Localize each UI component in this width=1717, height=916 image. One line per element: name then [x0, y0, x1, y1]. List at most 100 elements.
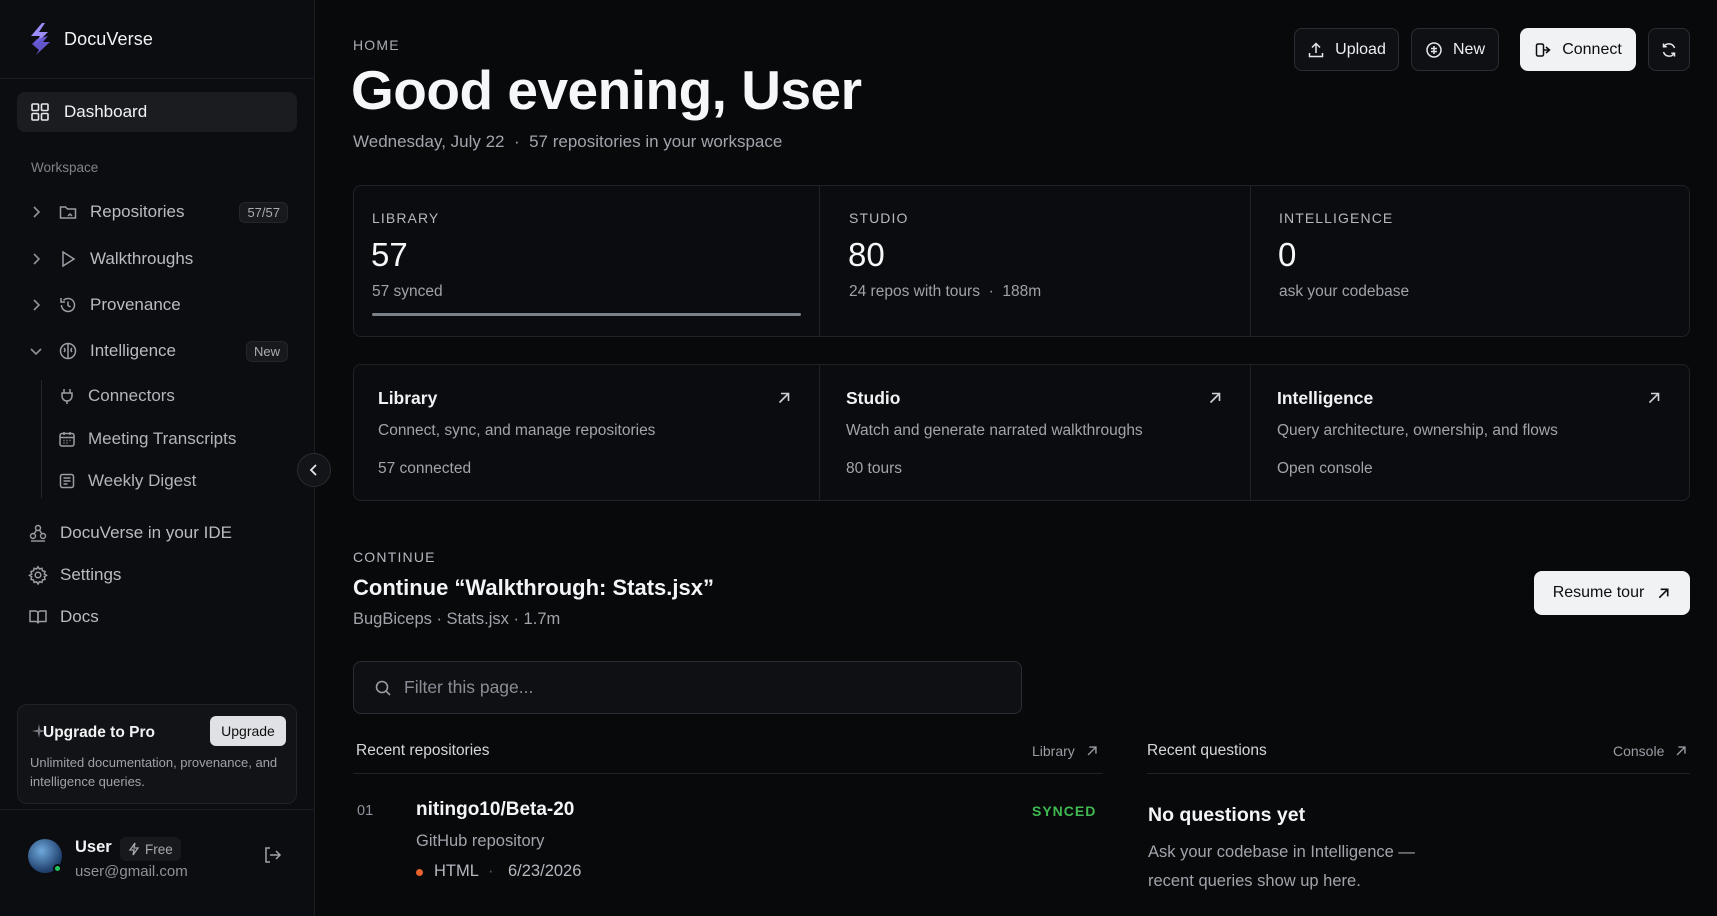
- library-link[interactable]: Library: [1032, 743, 1099, 759]
- card-title: Studio: [846, 388, 901, 408]
- upgrade-description: Unlimited documentation, provenance, and…: [30, 755, 278, 789]
- chevron-left-icon: [307, 463, 321, 477]
- sidebar-item-label: Walkthroughs: [90, 249, 194, 268]
- sidebar-item-label: Connectors: [88, 386, 175, 405]
- online-status-dot: [53, 864, 62, 873]
- bolt-icon: [128, 842, 140, 856]
- app-name: DocuVerse: [64, 28, 153, 49]
- recent-questions-heading: Recent questions: [1147, 742, 1267, 759]
- console-link[interactable]: Console: [1613, 743, 1688, 759]
- resume-label: Resume tour: [1552, 584, 1645, 601]
- chevron-down-icon[interactable]: [28, 343, 44, 359]
- breadcrumb: HOME: [353, 37, 400, 53]
- stats-divider: [819, 185, 820, 337]
- sidebar-item-repositories[interactable]: Repositories 57/57: [28, 196, 288, 228]
- continue-title: Continue “Walkthrough: Stats.jsx”: [353, 575, 714, 600]
- sidebar-item-dashboard[interactable]: Dashboard: [17, 92, 297, 132]
- refresh-button[interactable]: [1648, 28, 1690, 71]
- sidebar-item-connectors[interactable]: Connectors: [58, 381, 175, 411]
- user-name: User: [75, 838, 112, 856]
- stat-library-label: LIBRARY: [372, 210, 440, 226]
- sidebar-item-intelligence[interactable]: Intelligence New: [28, 335, 288, 367]
- repo-count-badge: 57/57: [239, 201, 288, 223]
- page-title: Good evening, User: [351, 59, 862, 121]
- connect-button[interactable]: Connect: [1520, 28, 1636, 71]
- chevron-right-icon[interactable]: [28, 204, 44, 220]
- sidebar-item-label: Repositories: [90, 202, 185, 221]
- grid-icon: [30, 102, 50, 122]
- card-description: Query architecture, ownership, and flows: [1277, 422, 1558, 439]
- sidebar-item-label: Meeting Transcripts: [88, 429, 237, 448]
- user-email: user@gmail.com: [75, 863, 188, 880]
- collapse-sidebar-button[interactable]: [297, 453, 331, 487]
- logout-icon[interactable]: [262, 845, 282, 865]
- sidebar-item-docs[interactable]: Docs: [28, 602, 99, 632]
- status-badge: SYNCED: [1032, 803, 1097, 819]
- library-sync-progress: [372, 313, 801, 316]
- sidebar-item-weekly-digest[interactable]: Weekly Digest: [58, 466, 196, 496]
- plug-icon: [58, 387, 76, 405]
- brand[interactable]: DocuVerse: [28, 22, 153, 56]
- chevron-right-icon[interactable]: [28, 297, 44, 313]
- arrow-up-right-icon[interactable]: [1646, 390, 1662, 406]
- card-meta: 80 tours: [846, 460, 903, 477]
- arrow-up-right-icon: [1656, 586, 1671, 601]
- arrow-up-right-icon[interactable]: [1207, 390, 1223, 406]
- new-badge: New: [245, 340, 288, 362]
- new-button[interactable]: New: [1411, 28, 1499, 71]
- continue-meta: BugBiceps · Stats.jsx · 1.7m: [353, 610, 561, 628]
- repo-type: GitHub repository: [416, 832, 545, 850]
- repo-language: HTML: [434, 862, 479, 880]
- sidebar-item-label: Intelligence: [90, 341, 177, 360]
- search-icon: [374, 679, 392, 697]
- continue-label: CONTINUE: [353, 549, 436, 565]
- new-label: New: [1452, 40, 1485, 58]
- new-repo-icon: [1425, 41, 1443, 59]
- card-title: Library: [378, 388, 438, 408]
- filter-box[interactable]: [353, 661, 1022, 714]
- card-description: Connect, sync, and manage repositories: [378, 422, 656, 439]
- stat-intelligence-label: INTELLIGENCE: [1279, 210, 1394, 226]
- upload-label: Upload: [1335, 40, 1386, 58]
- chevron-right-icon[interactable]: [28, 251, 44, 267]
- sidebar-divider: [0, 78, 315, 79]
- stat-studio-tours: 24 repos with tours: [849, 283, 980, 300]
- upload-icon: [1307, 41, 1325, 59]
- card-meta: Open console: [1277, 460, 1373, 477]
- sidebar-item-label: Weekly Digest: [88, 471, 197, 490]
- stat-library-sub: 57 synced: [372, 283, 443, 300]
- console-link-label: Console: [1613, 743, 1665, 759]
- upgrade-title: Upgrade to Pro: [43, 724, 155, 741]
- separator: ·: [488, 862, 494, 880]
- cards-divider: [819, 364, 820, 501]
- section-divider: [353, 773, 1103, 774]
- separator: ·: [988, 283, 994, 300]
- card-description: Watch and generate narrated walkthroughs: [846, 422, 1143, 439]
- book-icon: [28, 607, 48, 627]
- arrow-up-right-icon[interactable]: [776, 390, 792, 406]
- upload-button[interactable]: Upload: [1294, 28, 1399, 71]
- sidebar-divider: [0, 809, 315, 810]
- sidebar-item-settings[interactable]: Settings: [28, 560, 121, 590]
- arrow-up-right-icon: [1085, 744, 1099, 758]
- sidebar-item-meeting-transcripts[interactable]: Meeting Transcripts: [58, 424, 236, 454]
- arrow-up-right-icon: [1674, 744, 1688, 758]
- sidebar-item-ide[interactable]: DocuVerse in your IDE: [28, 518, 232, 548]
- refresh-icon: [1660, 41, 1678, 59]
- sidebar-item-walkthroughs[interactable]: Walkthroughs: [28, 243, 288, 275]
- row-index: 01: [357, 803, 374, 819]
- workspace-summary: 57 repositories in your workspace: [529, 132, 783, 151]
- section-divider: [1147, 773, 1690, 774]
- stat-studio-duration: 188m: [1002, 283, 1042, 300]
- stat-intelligence-sub: ask your codebase: [1279, 283, 1410, 300]
- workspace-label: Workspace: [31, 160, 99, 175]
- page-subtitle: Wednesday, July 22 · 57 repositories in …: [353, 132, 782, 152]
- filter-input[interactable]: [404, 677, 984, 698]
- resume-tour-button[interactable]: Resume tour: [1534, 571, 1690, 615]
- repo-name[interactable]: nitingo10/Beta-20: [416, 799, 574, 821]
- plan-label: Free: [145, 841, 173, 857]
- sidebar-item-provenance[interactable]: Provenance: [28, 289, 288, 321]
- ide-icon: [28, 523, 48, 543]
- upgrade-button[interactable]: Upgrade: [210, 716, 286, 746]
- card-meta: 57 connected: [378, 460, 472, 477]
